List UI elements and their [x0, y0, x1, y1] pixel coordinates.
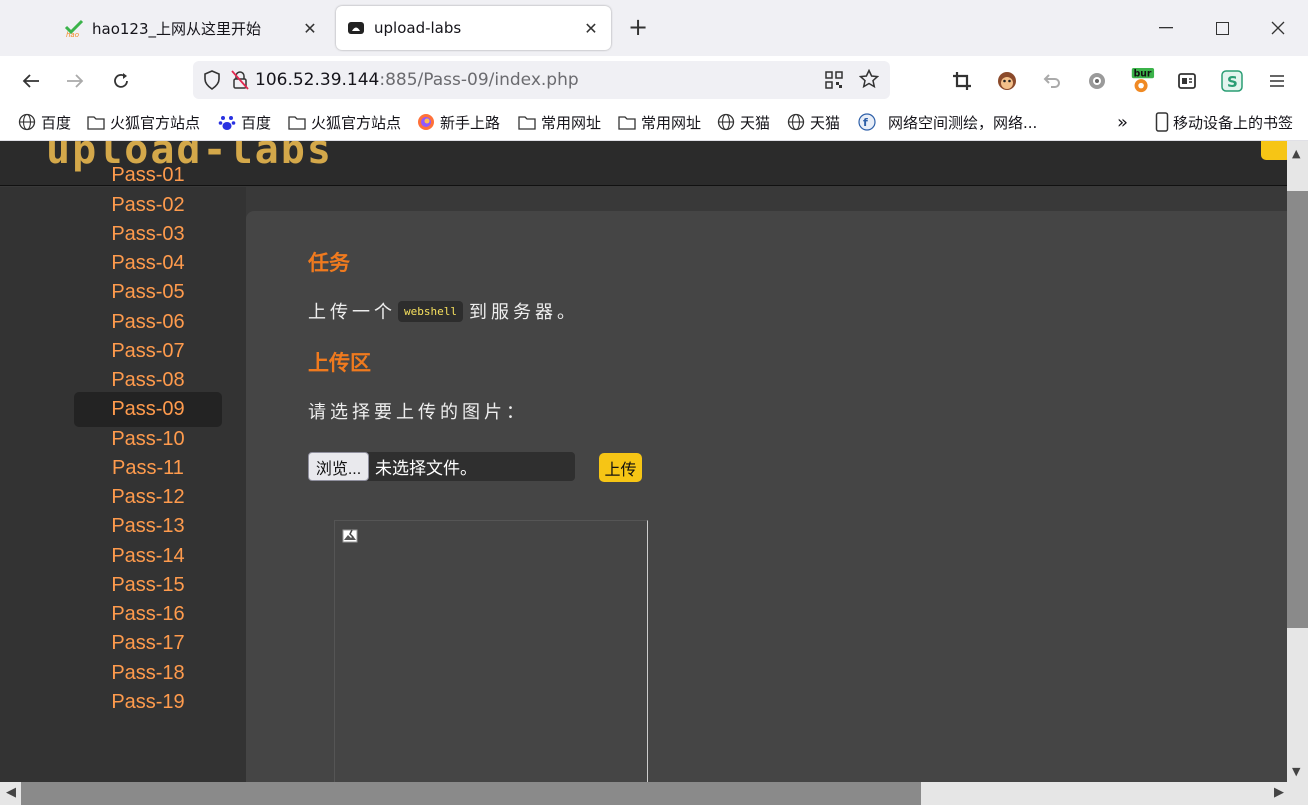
bookmark-folder[interactable]: 火狐官方站点	[288, 111, 401, 133]
bookmark-item[interactable]: 天猫	[717, 111, 770, 133]
bookmark-label: 火狐官方站点	[311, 113, 402, 132]
tab-title: upload-labs	[374, 19, 462, 37]
vertical-scroll-thumb[interactable]	[1287, 191, 1308, 628]
hao123-icon: hao	[64, 18, 84, 38]
svg-text:S: S	[1227, 73, 1238, 91]
main-content: 任务 上传一个 webshell 到服务器。 上传区 请选择要上传的图片： 浏览…	[246, 211, 1287, 782]
bookmark-star-icon[interactable]	[858, 68, 880, 93]
task-heading: 任务	[308, 251, 350, 275]
qr-code-icon[interactable]	[825, 71, 843, 93]
horizontal-scroll-thumb[interactable]	[21, 782, 921, 805]
scroll-down-icon[interactable]: ▼	[1292, 765, 1300, 778]
undo-icon[interactable]	[1039, 68, 1065, 94]
burp-badge-text: bur	[1134, 68, 1152, 79]
back-icon[interactable]	[16, 66, 46, 96]
crop-icon[interactable]	[949, 68, 975, 94]
scroll-right-icon[interactable]: ▶	[1274, 785, 1284, 800]
bookmark-label: 新手上路	[440, 113, 501, 132]
bookmark-label: 移动设备上的书签	[1173, 113, 1294, 132]
image-preview	[334, 520, 648, 782]
page-viewport: upload-labs Pass-01 Pass-02 Pass-03 Pass…	[0, 141, 1287, 782]
url-host: 106.52.39.144	[255, 70, 380, 90]
svg-text:f: f	[863, 116, 868, 129]
file-input[interactable]: 浏览... 未选择文件。	[308, 452, 575, 481]
scroll-left-icon[interactable]: ◀	[6, 785, 16, 800]
bookmark-item[interactable]: 百度	[218, 111, 271, 133]
bookmark-folder[interactable]: 常用网址	[518, 111, 601, 133]
bookmark-label: 常用网址	[641, 113, 702, 132]
folder-icon	[518, 113, 536, 131]
bookmark-folder[interactable]: 火狐官方站点	[87, 111, 200, 133]
reader-icon[interactable]	[1174, 68, 1200, 94]
broken-image-icon	[342, 528, 358, 544]
fofa-icon: f	[858, 113, 876, 131]
bookmark-label: 百度	[41, 113, 72, 132]
svg-text:hao: hao	[66, 31, 79, 38]
burp-icon[interactable]: bur	[1129, 68, 1155, 94]
level-sidebar: Pass-01 Pass-02 Pass-03 Pass-04 Pass-05 …	[0, 164, 246, 782]
bookmark-label: 网络空间测绘，网络...	[888, 113, 1038, 132]
bookmark-label: 百度	[241, 113, 272, 132]
window-close-icon[interactable]	[1264, 14, 1292, 42]
vertical-scrollbar[interactable]: ▲ ▼	[1287, 141, 1308, 782]
upload-button[interactable]: 上传	[599, 453, 642, 482]
header-button[interactable]	[1261, 141, 1287, 160]
bookmark-item[interactable]: 天猫	[787, 111, 840, 133]
gear-icon[interactable]	[1084, 68, 1110, 94]
bookmark-item[interactable]: 百度	[18, 111, 71, 133]
folder-icon	[618, 113, 636, 131]
monkey-icon[interactable]	[994, 68, 1020, 94]
new-tab-button[interactable]: +	[626, 15, 650, 40]
sidebar-item-pass-19[interactable]: Pass-19	[74, 685, 222, 720]
scroll-up-icon[interactable]: ▲	[1292, 147, 1300, 160]
maximize-icon[interactable]	[1208, 14, 1236, 42]
webshell-code: webshell	[398, 300, 463, 322]
bookmarks-overflow-chevron-icon[interactable]: »	[1117, 111, 1128, 133]
folder-icon	[288, 113, 306, 131]
task-text-after: 到服务器。	[468, 302, 579, 323]
close-icon[interactable]: ✕	[579, 16, 603, 40]
reload-icon[interactable]	[106, 66, 136, 96]
insecure-lock-icon[interactable]	[225, 70, 255, 90]
tab-title: hao123_上网从这里开始	[92, 19, 262, 38]
globe-icon	[18, 113, 36, 131]
close-icon[interactable]: ✕	[298, 16, 322, 40]
address-bar[interactable]: 106.52.39.144:885/Pass-09/index.php	[193, 61, 890, 99]
task-description: 上传一个 webshell 到服务器。	[308, 298, 579, 324]
bookmarks-toolbar: 百度 火狐官方站点 百度 火狐官方站点 新手上路 常用网址 常用网址 天猫 天猫…	[0, 104, 1308, 141]
bookmark-label: 火狐官方站点	[110, 113, 201, 132]
shield-icon[interactable]	[203, 70, 225, 90]
globe-icon	[717, 113, 735, 131]
horizontal-scrollbar[interactable]: ◀ ▶	[0, 782, 1308, 805]
navigation-toolbar: 106.52.39.144:885/Pass-09/index.php bur …	[0, 56, 1308, 104]
bookmark-label: 天猫	[740, 113, 771, 132]
upload-prompt: 请选择要上传的图片：	[308, 402, 528, 423]
firefox-icon	[417, 113, 435, 131]
globe-icon	[787, 113, 805, 131]
upload-heading: 上传区	[308, 351, 371, 375]
mobile-bookmarks[interactable]: 移动设备上的书签	[1153, 111, 1293, 133]
menu-icon[interactable]	[1264, 68, 1290, 94]
bookmark-label: 天猫	[810, 113, 841, 132]
bookmark-item[interactable]: f 网络空间测绘，网络...	[858, 111, 1037, 133]
task-text-before: 上传一个	[308, 302, 396, 323]
bookmark-label: 常用网址	[541, 113, 602, 132]
s-icon[interactable]: S	[1219, 68, 1245, 94]
browse-button[interactable]: 浏览...	[308, 452, 369, 481]
folder-icon	[87, 113, 105, 131]
baidu-paw-icon	[218, 113, 236, 131]
tab-strip: hao hao123_上网从这里开始 ✕ upload-labs ✕ +	[0, 0, 1308, 56]
tab-hao123[interactable]: hao hao123_上网从这里开始 ✕	[56, 6, 330, 50]
forward-icon[interactable]	[60, 66, 90, 96]
tab-upload-labs[interactable]: upload-labs ✕	[336, 6, 611, 50]
file-status: 未选择文件。	[375, 459, 477, 478]
upload-labs-icon	[346, 18, 366, 38]
minimize-icon[interactable]	[1152, 14, 1180, 42]
mobile-device-icon	[1153, 112, 1171, 132]
bookmark-folder[interactable]: 常用网址	[618, 111, 701, 133]
bookmark-item[interactable]: 新手上路	[417, 111, 500, 133]
url-path: :885/Pass-09/index.php	[379, 70, 579, 90]
